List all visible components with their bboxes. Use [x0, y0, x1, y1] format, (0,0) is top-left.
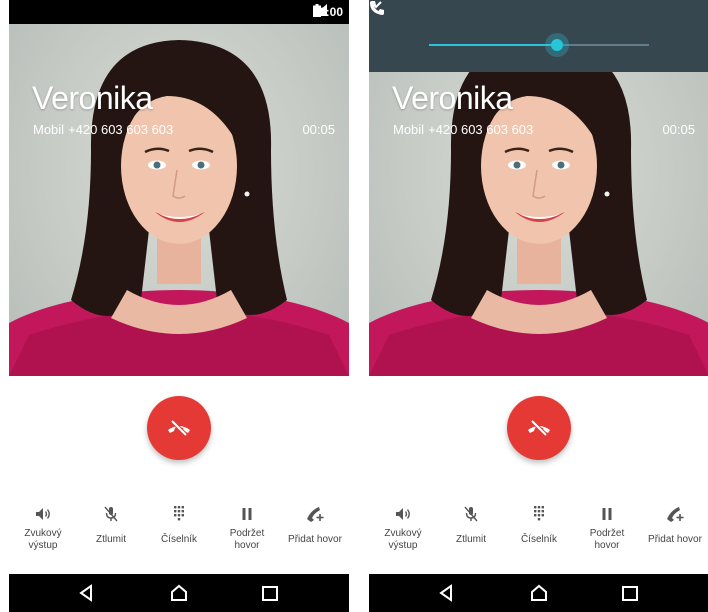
- phone-screen-left: 11:00 Veronika Mobil +420 603 603 603 00:…: [9, 0, 349, 612]
- back-icon[interactable]: [437, 583, 455, 603]
- add-call-icon: [307, 507, 324, 522]
- add-call-button[interactable]: Přidat hovor: [281, 500, 349, 572]
- end-call-button[interactable]: [507, 396, 571, 460]
- action-label: Zvukový výstup: [384, 528, 422, 551]
- volume-slider-thumb[interactable]: [551, 39, 563, 51]
- caller-photo: 11:00 Veronika Mobil +420 603 603 603 00:…: [9, 0, 349, 376]
- number-type-label: Mobil: [33, 122, 65, 137]
- audio-output-button[interactable]: Zvukový výstup: [369, 500, 437, 572]
- audio-output-button[interactable]: Zvukový výstup: [9, 500, 77, 572]
- phone-screen-right: Veronika Mobil +420 603 603 603 00:05 Zvu…: [369, 0, 708, 612]
- caller-name: Veronika: [392, 80, 513, 116]
- call-actions: Zvukový výstup Ztlumit Číselník Podržet …: [9, 500, 349, 572]
- hold-button[interactable]: Podržet hovor: [213, 500, 281, 572]
- dialpad-icon: [174, 506, 184, 521]
- caller-photo-image: [9, 40, 349, 376]
- call-actions: Zvukový výstup Ztlumit Číselník Podržet …: [369, 500, 708, 572]
- navigation-bar: [369, 574, 708, 612]
- status-bar: 11:00: [9, 0, 349, 24]
- call-duration: 00:05: [302, 122, 335, 137]
- add-call-icon: [667, 507, 684, 522]
- chevron-down-icon[interactable]: [369, 0, 383, 10]
- caller-number: +420 603 603 603: [428, 122, 534, 137]
- action-label: Podržet hovor: [589, 528, 625, 551]
- caller-number-line: Mobil +420 603 603 603: [393, 122, 533, 137]
- dialpad-icon: [534, 506, 544, 521]
- hold-button[interactable]: Podržet hovor: [573, 500, 641, 572]
- recent-apps-icon[interactable]: [621, 583, 639, 603]
- volume-slider[interactable]: [429, 33, 649, 57]
- mute-button[interactable]: Ztlumit: [437, 500, 505, 572]
- end-call-icon: [168, 419, 190, 437]
- volume-slider-fill: [429, 44, 557, 46]
- action-label: Ztlumit: [456, 534, 486, 545]
- caller-photo: Veronika Mobil +420 603 603 603 00:05: [369, 0, 708, 376]
- action-label: Číselník: [160, 534, 198, 545]
- end-call-button[interactable]: [147, 396, 211, 460]
- action-label: Číselník: [520, 534, 558, 545]
- speaker-icon: [396, 508, 410, 520]
- volume-panel: [369, 0, 708, 72]
- dialpad-button[interactable]: Číselník: [145, 500, 213, 572]
- home-icon[interactable]: [529, 583, 549, 603]
- recent-apps-icon[interactable]: [261, 583, 279, 603]
- number-type-label: Mobil: [393, 122, 425, 137]
- action-label: Zvukový výstup: [24, 528, 62, 551]
- action-label: Ztlumit: [96, 534, 126, 545]
- battery-icon: [312, 4, 321, 17]
- action-label: Podržet hovor: [229, 528, 265, 551]
- call-duration: 00:05: [662, 122, 695, 137]
- caller-number-line: Mobil +420 603 603 603: [33, 122, 173, 137]
- mute-button[interactable]: Ztlumit: [77, 500, 145, 572]
- action-label: Přidat hovor: [648, 534, 702, 545]
- mic-off-icon: [464, 506, 478, 522]
- navigation-bar: [9, 574, 349, 612]
- caller-name: Veronika: [32, 80, 153, 116]
- pause-icon: [242, 508, 252, 520]
- pause-icon: [602, 508, 612, 520]
- add-call-button[interactable]: Přidat hovor: [641, 500, 708, 572]
- speaker-icon: [36, 508, 50, 520]
- dialpad-button[interactable]: Číselník: [505, 500, 573, 572]
- caller-number: +420 603 603 603: [68, 122, 174, 137]
- action-label: Přidat hovor: [288, 534, 342, 545]
- home-icon[interactable]: [169, 583, 189, 603]
- end-call-icon: [528, 419, 550, 437]
- mic-off-icon: [104, 506, 118, 522]
- back-icon[interactable]: [77, 583, 95, 603]
